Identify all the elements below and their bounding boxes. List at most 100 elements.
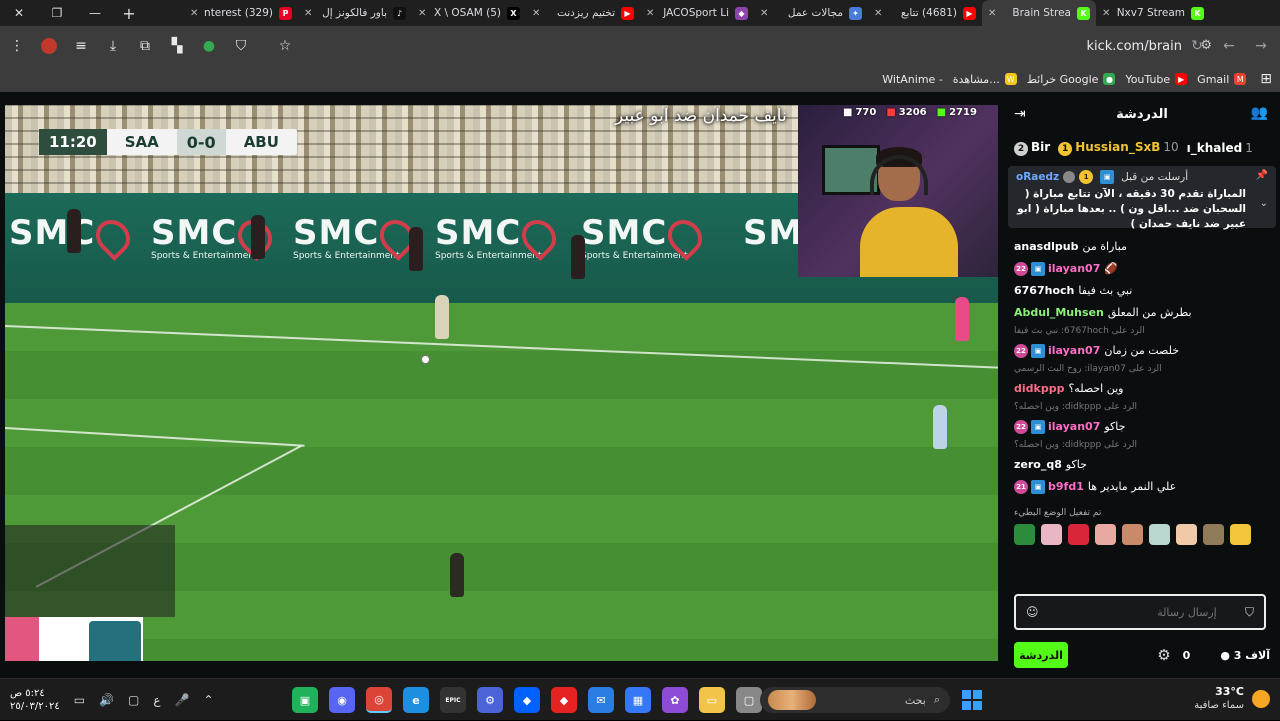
tab-2[interactable]: ✕ (5) X \ OSAM X — [412, 0, 526, 26]
chat-username[interactable]: didkppp — [1014, 382, 1064, 396]
settings-app-icon[interactable]: ⚙ — [477, 687, 503, 713]
tab-close-icon[interactable]: ✕ — [190, 8, 198, 19]
chat-users-icon[interactable]: 👥 — [1251, 105, 1268, 121]
store-app-icon[interactable]: ▦ — [625, 687, 651, 713]
bookmark-2[interactable]: خرائط Google ● — [1027, 73, 1116, 86]
advertisement[interactable] — [5, 617, 143, 661]
copilot-app-icon[interactable]: ✿ — [662, 687, 688, 713]
chat-input-box[interactable]: ☺ ⛉ — [1014, 594, 1266, 630]
bookmark-0[interactable]: Gmail M — [1197, 73, 1247, 86]
volume-icon[interactable]: 🔊 — [99, 693, 114, 707]
emoji-icon[interactable]: ☺ — [1026, 605, 1039, 619]
chat-username[interactable]: 6767hoch — [1014, 284, 1074, 298]
discord-app-icon[interactable]: ◉ — [329, 687, 355, 713]
extensions-puzzle-icon[interactable]: ⧉ — [130, 31, 160, 61]
emote-icon[interactable] — [1149, 524, 1170, 545]
microphone-icon[interactable]: 🎤 — [175, 693, 190, 707]
tab-3[interactable]: ✕ تختيم ريزدنت ▶ — [526, 0, 640, 26]
mail-app-icon[interactable]: ✉ — [588, 687, 614, 713]
window-app-icon[interactable]: ▢ — [736, 687, 762, 713]
weather-widget[interactable]: 33°C سماء صافية — [1194, 685, 1270, 712]
tab-close-icon[interactable]: ✕ — [304, 8, 312, 19]
gifter-0[interactable]: 2 Bir — [1014, 140, 1050, 156]
epic-games-app-icon[interactable]: EPIC — [440, 687, 466, 713]
taskbar-search[interactable]: بحث ⌕ — [760, 687, 950, 713]
download-icon[interactable]: ⤓ — [98, 31, 128, 61]
display-icon[interactable]: ▢ — [128, 693, 139, 707]
tab-close-icon[interactable]: ✕ — [646, 8, 654, 19]
pinned-message[interactable]: أرسلت من قبل ▣ 1 oRaedz المباراة تقدم 30… — [1008, 166, 1276, 230]
emote-icon[interactable] — [1122, 524, 1143, 545]
tab-close-icon[interactable]: ✕ — [1102, 8, 1110, 19]
chat-username[interactable]: anasdlpub — [1014, 240, 1078, 254]
dropbox-app-icon[interactable]: ◆ — [514, 687, 540, 713]
apps-grid-icon[interactable]: ⊞ — [1260, 71, 1272, 87]
address-bar[interactable]: kick.com/brain ⚙ — [300, 32, 1220, 60]
minimize-window-button[interactable]: — — [76, 0, 114, 26]
chevron-up-icon[interactable]: ⌃ — [203, 693, 213, 707]
chrome-app-icon[interactable]: ◎ — [366, 687, 392, 713]
tab-close-icon[interactable]: ✕ — [988, 8, 996, 19]
chat-username[interactable]: zero_q8 — [1014, 458, 1062, 472]
tab-close-icon[interactable]: ✕ — [874, 8, 882, 19]
emote-icon[interactable] — [1203, 524, 1224, 545]
profile-avatar-icon[interactable] — [34, 31, 64, 61]
bookmark-star-icon[interactable]: ☆ — [270, 31, 300, 61]
language-indicator[interactable]: ع — [153, 693, 160, 707]
chat-header: ⇥ الدردشة 👥 — [1004, 92, 1280, 136]
emote-icon[interactable] — [1176, 524, 1197, 545]
menu-kebab-icon[interactable]: ⋮ — [2, 31, 32, 61]
gifter-2[interactable]: ı_khaled 1 — [1187, 141, 1253, 155]
gifter-1[interactable]: 1 Hussian_SxB 10 — [1058, 140, 1179, 156]
chat-username[interactable]: b9fd1 — [1048, 480, 1084, 494]
emote-icon[interactable] — [1068, 524, 1089, 545]
chat-username[interactable]: ilayan07 — [1048, 344, 1100, 358]
emote-icon[interactable] — [1041, 524, 1062, 545]
tab-5[interactable]: ✕ مجالات عمل ✦ — [754, 0, 868, 26]
bookmark-3[interactable]: مشاهدة... W — [953, 73, 1017, 86]
chat-send-button[interactable]: الدردشة — [1014, 642, 1068, 668]
new-tab-button[interactable]: + — [114, 0, 144, 26]
close-window-button[interactable]: ✕ — [0, 0, 38, 26]
tab-1[interactable]: ✕ باور فالكونز إل ♪ — [298, 0, 412, 26]
shield-icon[interactable]: ⛉ — [226, 31, 256, 61]
shield-icon[interactable]: ⛉ — [1245, 605, 1254, 620]
clock[interactable]: ٥:٢٤ ص ٢٥/٠٣/٢٠٢٤ — [10, 687, 60, 713]
restore-window-button[interactable]: ❐ — [38, 0, 76, 26]
chevron-down-icon[interactable]: ⌄ — [1260, 198, 1268, 209]
tab-4[interactable]: ✕ JACOSport Li ◆ — [640, 0, 754, 26]
tab-7[interactable]: ✕ Brain Strea K — [982, 0, 1096, 26]
extension-badge-icon[interactable]: ● — [194, 31, 224, 61]
emote-icon[interactable] — [1095, 524, 1116, 545]
chat-username[interactable]: ilayan07 — [1048, 420, 1100, 434]
task-view-app-icon[interactable]: ▣ — [292, 687, 318, 713]
tab-8[interactable]: ✕ Nxv7 Stream K — [1096, 0, 1210, 26]
emote-icon[interactable] — [1230, 524, 1251, 545]
forward-arrow-icon[interactable]: → — [1246, 31, 1276, 61]
pin-icon[interactable]: 📌 — [1256, 170, 1268, 181]
tab-0[interactable]: ✕ (329) Pinterest P — [184, 0, 298, 26]
chat-input[interactable] — [1066, 605, 1217, 619]
video-player[interactable]: SMC SMC Sports & Entertainment SMC Sports … — [5, 105, 998, 661]
pinned-user[interactable]: oRaedz — [1016, 171, 1059, 183]
battery-icon[interactable]: ▭ — [74, 693, 85, 707]
reload-icon[interactable]: ↻ — [1182, 31, 1212, 61]
reading-list-icon[interactable]: ≡ — [66, 31, 96, 61]
explorer-app-icon[interactable]: ▭ — [699, 687, 725, 713]
edge-app-icon[interactable]: e — [403, 687, 429, 713]
tab-close-icon[interactable]: ✕ — [418, 8, 426, 19]
bookmark-4[interactable]: WitAnime - — [882, 73, 943, 86]
chat-username[interactable]: ilayan07 — [1048, 262, 1100, 276]
tab-close-icon[interactable]: ✕ — [532, 8, 540, 19]
red-app-icon[interactable]: ◆ — [551, 687, 577, 713]
tab-close-icon[interactable]: ✕ — [760, 8, 768, 19]
gear-icon[interactable]: ⚙ — [1157, 646, 1170, 664]
tab-6[interactable]: ✕ (4681) تتابع ▶ — [868, 0, 982, 26]
chat-username[interactable]: Abdul_Muhsen — [1014, 306, 1104, 320]
bookmark-1[interactable]: YouTube ▶ — [1125, 73, 1188, 86]
collapse-chat-icon[interactable]: ⇥ — [1014, 106, 1026, 122]
start-windows-icon[interactable] — [962, 690, 982, 710]
extension-icon[interactable]: ▚ — [162, 31, 192, 61]
back-arrow-icon[interactable]: ← — [1214, 31, 1244, 61]
emote-icon[interactable] — [1014, 524, 1035, 545]
